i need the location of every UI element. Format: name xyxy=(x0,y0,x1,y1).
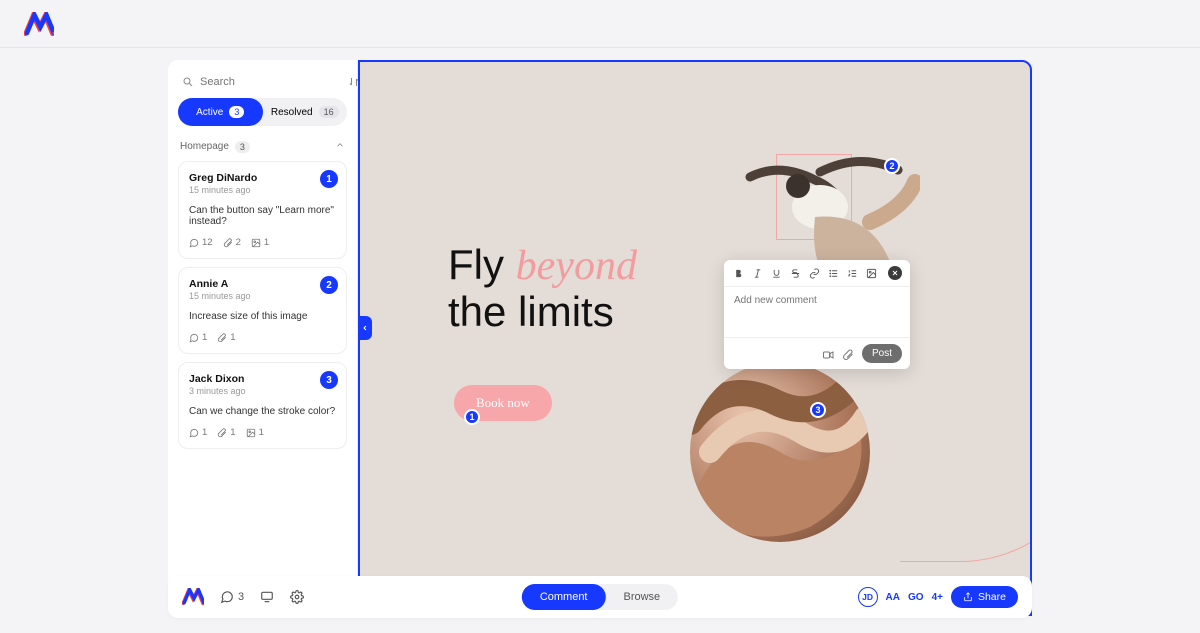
strikethrough-icon[interactable] xyxy=(789,267,801,279)
comment-message: Can the button say "Learn more" instead? xyxy=(189,205,336,227)
comment-meta: 1 1 xyxy=(189,332,336,343)
comment-meta: 12 2 1 xyxy=(189,237,336,248)
collapse-sidebar-tab[interactable] xyxy=(358,316,372,340)
comments-count-button[interactable]: 3 xyxy=(220,590,244,604)
canvas-marker-3[interactable]: 3 xyxy=(810,402,826,418)
search-icon xyxy=(182,76,194,88)
tab-active[interactable]: Active 3 xyxy=(178,98,263,126)
section-count: 3 xyxy=(235,141,250,153)
close-icon[interactable] xyxy=(888,266,902,280)
comment-card[interactable]: 2 Annie A 15 minutes ago Increase size o… xyxy=(178,267,347,354)
share-label: Share xyxy=(978,591,1006,603)
comment-marker-number: 1 xyxy=(320,170,338,188)
section-name: Homepage xyxy=(180,141,229,152)
reply-count: 1 xyxy=(189,332,207,343)
chevron-up-icon xyxy=(335,140,345,153)
comment-author: Jack Dixon xyxy=(189,373,336,385)
bullet-list-icon[interactable] xyxy=(827,267,839,279)
section-header[interactable]: Homepage 3 xyxy=(178,136,347,161)
attachment-count: 1 xyxy=(217,332,235,343)
main-stage: Active 3 Resolved 16 Homepage 3 1 Greg D… xyxy=(168,60,1032,616)
post-button[interactable]: Post xyxy=(862,344,902,363)
comment-time: 15 minutes ago xyxy=(189,185,336,195)
comments-sidebar: Active 3 Resolved 16 Homepage 3 1 Greg D… xyxy=(168,60,358,616)
comment-marker-number: 3 xyxy=(320,371,338,389)
tab-resolved-label: Resolved xyxy=(271,107,313,118)
avatar[interactable]: JD xyxy=(858,587,878,607)
share-button[interactable]: Share xyxy=(951,586,1018,608)
hero-word-emphasis: beyond xyxy=(516,243,637,289)
brand-logo xyxy=(24,12,54,36)
comment-time: 15 minutes ago xyxy=(189,291,336,301)
comment-list: 1 Greg DiNardo 15 minutes ago Can the bu… xyxy=(178,161,347,449)
tab-active-label: Active xyxy=(196,107,223,118)
underline-icon[interactable] xyxy=(770,267,782,279)
screen-icon[interactable] xyxy=(260,590,274,604)
hero-line-2: the limits xyxy=(448,289,637,335)
hero-word-1: Fly xyxy=(448,241,516,288)
link-icon[interactable] xyxy=(808,267,820,279)
tab-active-count: 3 xyxy=(229,106,244,118)
toolbar-left: 3 xyxy=(182,588,304,606)
image-count: 1 xyxy=(251,237,269,248)
tab-resolved-count: 16 xyxy=(319,106,339,118)
comment-message: Increase size of this image xyxy=(189,311,336,322)
comment-toolbar xyxy=(724,260,910,287)
mode-browse[interactable]: Browse xyxy=(606,584,679,610)
status-tabs: Active 3 Resolved 16 xyxy=(178,98,347,126)
attachment-count: 2 xyxy=(223,237,241,248)
comments-count-value: 3 xyxy=(238,591,244,603)
mode-comment[interactable]: Comment xyxy=(522,584,606,610)
image-count: 1 xyxy=(246,427,264,438)
video-icon[interactable] xyxy=(822,348,834,360)
bottom-toolbar: 3 Comment Browse JD AA GO 4+ Share xyxy=(168,576,1032,618)
new-comment-popover: Post xyxy=(724,260,910,369)
numbered-list-icon[interactable] xyxy=(846,267,858,279)
canvas-marker-1[interactable]: 1 xyxy=(464,409,480,425)
toolbar-right: JD AA GO 4+ Share xyxy=(858,586,1018,608)
image-icon[interactable] xyxy=(865,267,877,279)
comment-meta: 1 1 1 xyxy=(189,427,336,438)
comment-author: Annie A xyxy=(189,278,336,290)
settings-icon[interactable] xyxy=(290,590,304,604)
comment-message: Can we change the stroke color? xyxy=(189,406,336,417)
brand-logo-mini[interactable] xyxy=(182,588,204,606)
italic-icon[interactable] xyxy=(751,267,763,279)
search-input[interactable] xyxy=(200,76,342,88)
avatar-overflow[interactable]: 4+ xyxy=(932,592,943,603)
hero-image-fabric xyxy=(690,362,870,542)
reply-count: 1 xyxy=(189,427,207,438)
search-row xyxy=(178,70,347,98)
attach-icon[interactable] xyxy=(842,348,854,360)
tab-resolved[interactable]: Resolved 16 xyxy=(263,98,348,126)
reply-count: 12 xyxy=(189,237,213,248)
comment-marker-number: 2 xyxy=(320,276,338,294)
comment-card[interactable]: 3 Jack Dixon 3 minutes ago Can we change… xyxy=(178,362,347,449)
comment-footer: Post xyxy=(724,337,910,369)
avatar[interactable]: GO xyxy=(908,592,924,603)
avatar[interactable]: AA xyxy=(886,592,900,603)
mode-switch: Comment Browse xyxy=(522,584,678,610)
comment-time: 3 minutes ago xyxy=(189,386,336,396)
canvas-marker-2[interactable]: 2 xyxy=(884,158,900,174)
design-canvas[interactable]: Fly beyond the limits Book now 1 2 3 xyxy=(358,60,1032,616)
bold-icon[interactable] xyxy=(732,267,744,279)
hero-headline: Fly beyond the limits xyxy=(448,242,637,335)
topbar xyxy=(0,0,1200,48)
comment-card[interactable]: 1 Greg DiNardo 15 minutes ago Can the bu… xyxy=(178,161,347,259)
attachment-count: 1 xyxy=(217,427,235,438)
new-comment-input[interactable] xyxy=(734,295,900,317)
comment-author: Greg DiNardo xyxy=(189,172,336,184)
